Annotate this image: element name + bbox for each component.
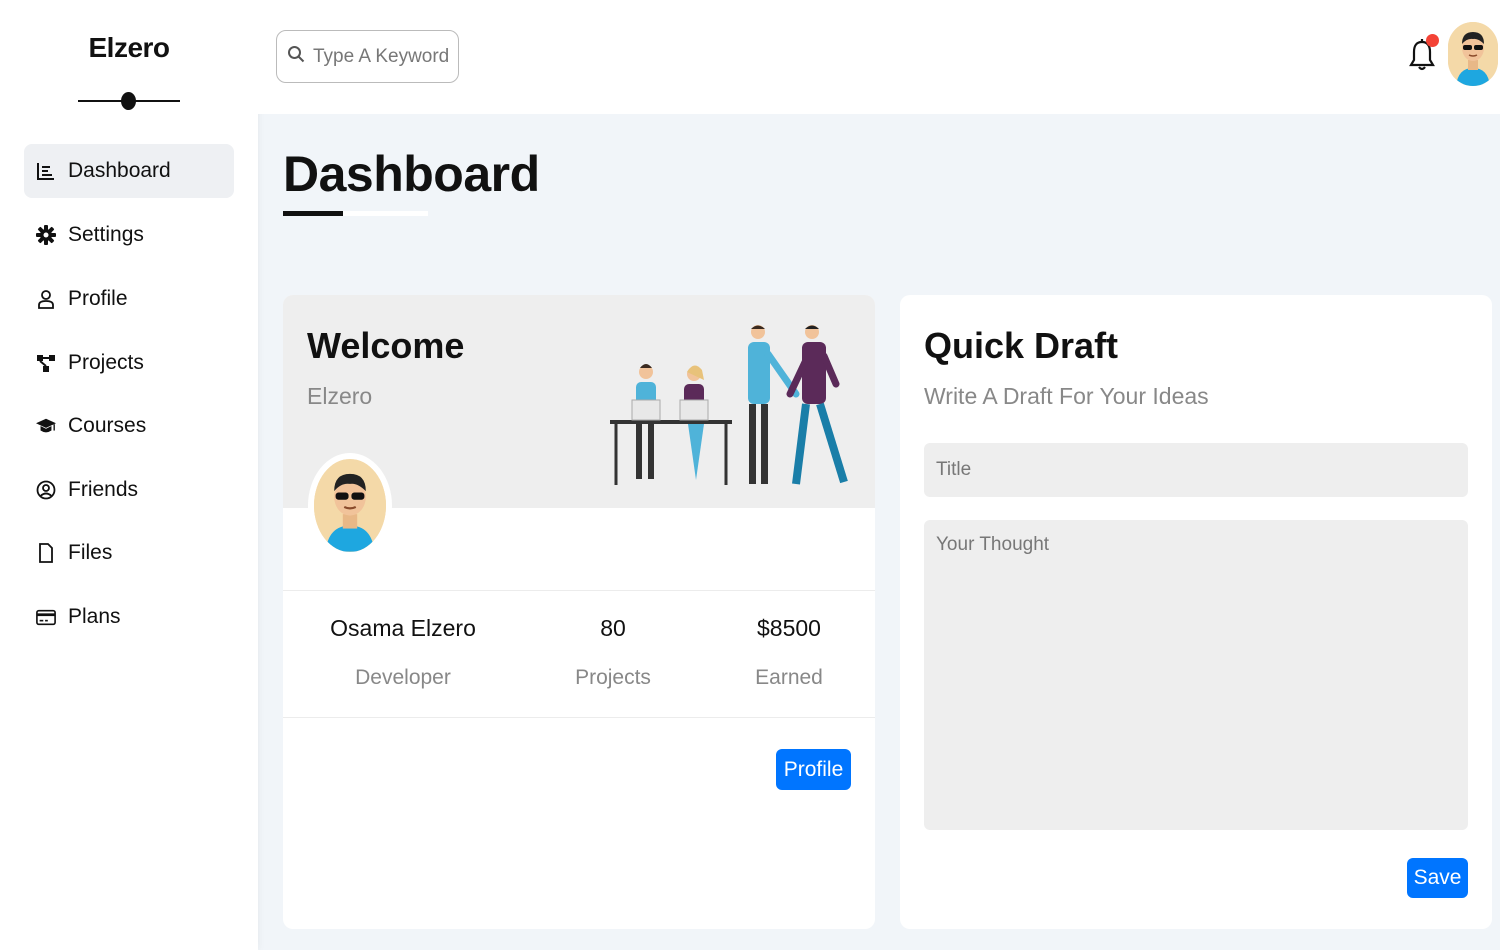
bell-icon <box>1408 39 1436 78</box>
sidebar-item-profile[interactable]: Profile <box>24 272 234 326</box>
top-header <box>258 0 1500 114</box>
draft-subtitle: Write A Draft For Your Ideas <box>924 383 1209 409</box>
page-title: Dashboard <box>283 146 540 202</box>
stat-value: 80 <box>600 615 626 641</box>
notification-button[interactable] <box>1408 34 1439 74</box>
search-input[interactable] <box>313 45 453 68</box>
draft-title: Quick Draft <box>924 325 1119 366</box>
welcome-card: Welcome Elzero Osama Elzero Developer 80… <box>283 295 875 929</box>
welcome-stats: Osama Elzero Developer 80 Projects $8500… <box>283 590 875 718</box>
stat-value: $8500 <box>757 615 821 641</box>
brand-divider-dot <box>121 92 136 110</box>
sidebar-item-label: Courses <box>68 414 147 437</box>
stat-projects: 80 Projects <box>553 591 673 690</box>
stat-label: Projects <box>575 666 651 689</box>
sidebar-item-label: Files <box>68 541 113 564</box>
user-circle-icon <box>36 480 56 500</box>
sidebar-item-label: Settings <box>68 223 144 246</box>
profile-button[interactable]: Profile <box>776 749 851 790</box>
sidebar-item-friends[interactable]: Friends <box>24 463 234 517</box>
team-illustration <box>610 325 848 485</box>
stat-label: Earned <box>755 666 823 689</box>
chart-icon <box>36 161 56 181</box>
stat-label: Developer <box>355 666 451 689</box>
draft-thought-textarea[interactable] <box>924 520 1468 830</box>
search-icon <box>287 45 305 68</box>
sidebar-item-label: Dashboard <box>68 159 171 182</box>
search-box[interactable] <box>276 30 459 83</box>
welcome-subtitle: Elzero <box>307 383 373 409</box>
save-button[interactable]: Save <box>1407 858 1468 898</box>
quick-draft-card: Quick Draft Write A Draft For Your Ideas… <box>900 295 1492 929</box>
title-underline <box>283 211 343 216</box>
brand-logo: Elzero <box>88 32 170 63</box>
file-icon <box>36 543 56 563</box>
graduation-cap-icon <box>36 416 56 436</box>
user-icon <box>36 289 56 309</box>
sidebar-item-dashboard[interactable]: Dashboard <box>24 144 234 198</box>
gear-icon <box>36 225 56 245</box>
avatar <box>308 453 392 558</box>
sidebar-item-label: Plans <box>68 605 121 628</box>
sidebar-item-courses[interactable]: Courses <box>24 399 234 453</box>
sidebar-item-plans[interactable]: Plans <box>24 590 234 644</box>
sidebar-item-settings[interactable]: Settings <box>24 208 234 262</box>
welcome-title: Welcome <box>307 325 465 366</box>
sidebar-item-label: Projects <box>68 351 144 374</box>
sidebar-item-projects[interactable]: Projects <box>24 336 234 390</box>
stat-name: Osama Elzero Developer <box>323 591 483 690</box>
credit-card-icon <box>36 607 56 627</box>
draft-title-input[interactable] <box>924 443 1468 497</box>
stat-value: Osama Elzero <box>330 615 476 641</box>
sidebar-item-files[interactable]: Files <box>24 526 234 580</box>
avatar[interactable] <box>1448 22 1498 86</box>
sidebar-item-label: Profile <box>68 287 128 310</box>
notification-badge <box>1426 34 1439 47</box>
sidebar: Elzero Dashboard Settings Profile Projec… <box>0 0 258 950</box>
diagram-icon <box>36 353 56 373</box>
stat-earned: $8500 Earned <box>729 591 849 690</box>
sidebar-item-label: Friends <box>68 478 139 501</box>
